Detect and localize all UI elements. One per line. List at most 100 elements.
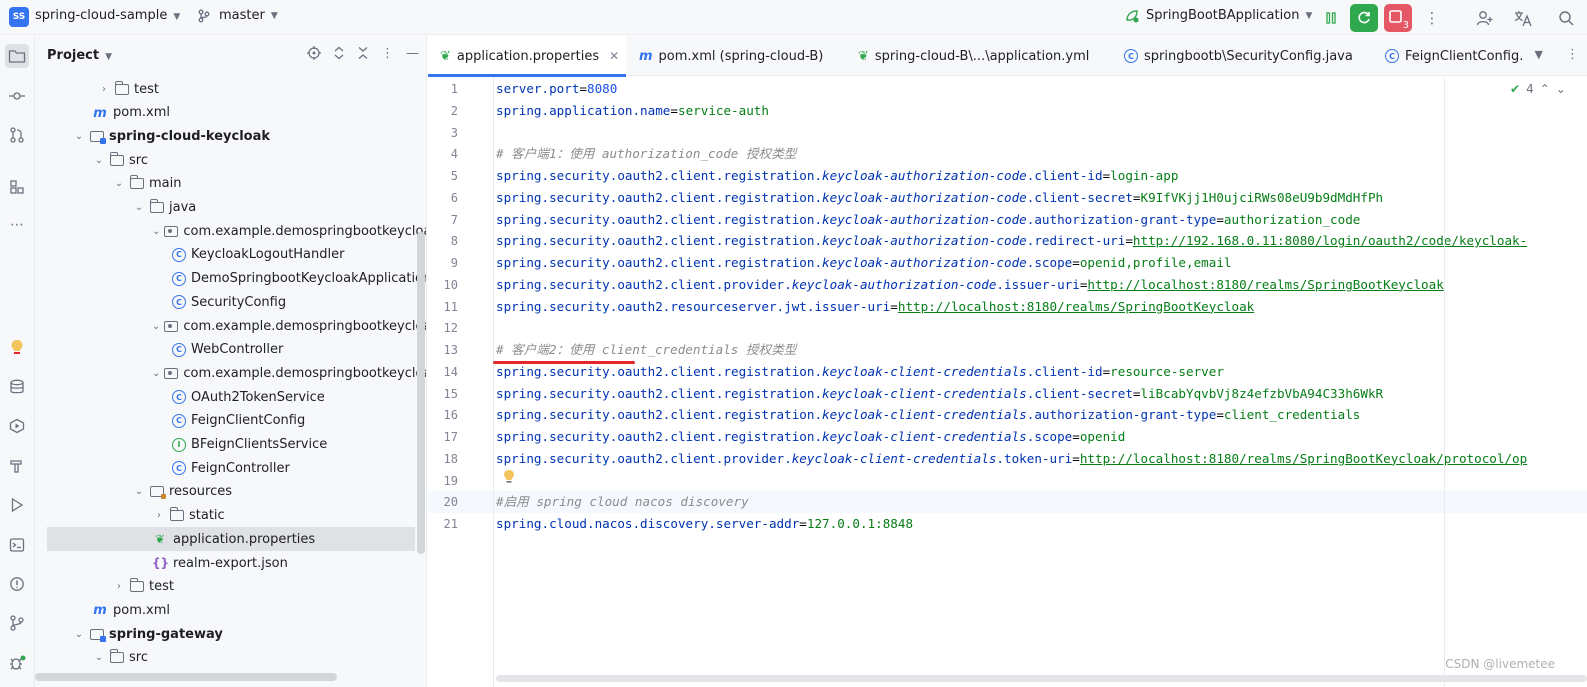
chevron-down-icon[interactable]: ⌄: [72, 131, 86, 142]
code-line[interactable]: spring.security.oauth2.client.provider.k…: [496, 274, 1444, 296]
chevron-down-icon[interactable]: ⌄: [152, 321, 160, 332]
debug-icon[interactable]: [5, 651, 29, 675]
code-line[interactable]: spring.security.oauth2.client.registrati…: [496, 252, 1232, 274]
tree-item[interactable]: m pom.xml: [35, 598, 426, 622]
code-line[interactable]: spring.security.oauth2.resourceserver.jw…: [496, 296, 1254, 318]
code-editor[interactable]: 1 2 3 4 5 6 7 8 9 10 11 12 13 14 15 16 17 18 19 20 21 server…: [428, 77, 1587, 687]
tree-item[interactable]: C WebController: [35, 338, 426, 362]
code-line[interactable]: spring.security.oauth2.client.registrati…: [496, 383, 1383, 405]
tree-item[interactable]: ⌄ java: [35, 196, 426, 220]
code-line[interactable]: spring.security.oauth2.client.registrati…: [496, 426, 1125, 448]
services-icon[interactable]: [5, 414, 29, 438]
build-icon[interactable]: [5, 454, 29, 478]
chevron-right-icon[interactable]: ›: [152, 510, 166, 521]
tab-3[interactable]: ❦ spring-cloud-B\...\application.yml: [846, 36, 1112, 76]
add-user-icon[interactable]: [1471, 4, 1499, 32]
tree-item[interactable]: {} realm-export.json: [35, 551, 426, 575]
tab-1[interactable]: ❦ application.properties ✕: [428, 36, 626, 77]
expand-all-icon[interactable]: [333, 46, 345, 64]
code-line[interactable]: #启用 spring cloud nacos discovery: [496, 491, 749, 513]
property-url[interactable]: http://192.168.0.11:8080/login/oauth2/co…: [1133, 233, 1527, 248]
collapse-all-icon[interactable]: [357, 46, 369, 64]
tab-4[interactable]: Cspringbootb\SecurityConfig.java: [1112, 36, 1373, 76]
chevron-right-icon[interactable]: ›: [97, 84, 111, 95]
tree-item[interactable]: › static: [35, 504, 426, 528]
rerun-icon[interactable]: [1350, 4, 1378, 32]
property-url[interactable]: http://localhost:8180/realms/SpringBootK…: [1087, 277, 1443, 292]
code-line[interactable]: spring.security.oauth2.client.registrati…: [496, 187, 1383, 209]
property-url[interactable]: http://localhost:8180/realms/SpringBootK…: [1080, 451, 1527, 466]
tree-item[interactable]: ⌄ resources: [35, 480, 426, 504]
tree-item[interactable]: C FeignClientConfig: [35, 409, 426, 433]
project-badge[interactable]: SS: [9, 7, 29, 27]
tree-item[interactable]: m pom.xml: [35, 101, 426, 125]
close-icon[interactable]: ✕: [609, 49, 619, 63]
git-icon[interactable]: [5, 611, 29, 635]
more-icon[interactable]: ⋯: [5, 213, 29, 237]
code-line[interactable]: spring.security.oauth2.client.registrati…: [496, 230, 1527, 252]
chevron-down-icon[interactable]: ⌄: [1556, 82, 1566, 96]
tree-item[interactable]: › test: [35, 77, 426, 101]
code-line[interactable]: spring.security.oauth2.client.provider.k…: [496, 448, 1527, 470]
code-line[interactable]: spring.security.oauth2.client.registrati…: [496, 209, 1360, 231]
branch-selector[interactable]: master ▼: [197, 8, 278, 23]
search-icon[interactable]: [1552, 4, 1580, 32]
project-panel-title[interactable]: Project ▼: [47, 48, 112, 63]
tree-item[interactable]: C DemoSpringbootKeycloakApplication: [35, 267, 426, 291]
stop-icon[interactable]: 3: [1384, 4, 1412, 32]
code-line[interactable]: # 客户端2：使用 client_credentials 授权类型: [496, 339, 796, 361]
project-selector[interactable]: spring-cloud-sample ▼: [35, 8, 180, 23]
tree-item[interactable]: ⌄ src: [35, 148, 426, 172]
chevron-down-icon[interactable]: ⌄: [132, 202, 146, 213]
pause-icon[interactable]: [1317, 4, 1345, 32]
tree-item[interactable]: ⌄ spring-gateway: [35, 622, 426, 646]
tab-5[interactable]: C FeignClientConfig.: [1373, 36, 1583, 76]
code-line[interactable]: # 客户端1：使用 authorization_code 授权类型: [496, 143, 796, 165]
problems-icon[interactable]: [5, 572, 29, 596]
inspections-widget[interactable]: ✔ 4 ⌃ ⌄: [1510, 82, 1566, 96]
chevron-down-icon[interactable]: ⌄: [72, 629, 86, 640]
structure-icon[interactable]: [5, 175, 29, 199]
code-line[interactable]: spring.security.oauth2.client.registrati…: [496, 404, 1360, 426]
chevron-down-icon[interactable]: ⌄: [132, 486, 146, 497]
code-line[interactable]: spring.application.name=service-auth: [496, 100, 769, 122]
folder-icon[interactable]: [5, 44, 29, 68]
editor-horizontal-scrollbar[interactable]: [496, 675, 1587, 682]
database-icon[interactable]: [5, 375, 29, 399]
locate-icon[interactable]: [307, 46, 321, 64]
terminal-icon[interactable]: [5, 533, 29, 557]
property-url[interactable]: http://localhost:8180/realms/SpringBootK…: [898, 299, 1254, 314]
run-icon[interactable]: [5, 493, 29, 517]
code-line[interactable]: spring.security.oauth2.client.registrati…: [496, 361, 1224, 383]
chevron-right-icon[interactable]: ›: [112, 581, 126, 592]
bulb-icon[interactable]: [5, 336, 29, 360]
run-config-selector[interactable]: SpringBootBApplication ▼: [1124, 8, 1312, 23]
tree-item[interactable]: ⌄ com.example.demospringbootkeycloak: [35, 219, 426, 243]
chevron-up-icon[interactable]: ⌃: [1540, 82, 1550, 96]
code-line[interactable]: server.port=8080: [496, 78, 617, 100]
code-line[interactable]: spring.cloud.nacos.discovery.server-addr…: [496, 513, 913, 535]
options-icon[interactable]: ⋮: [381, 46, 394, 64]
more-icon[interactable]: ⋮: [1418, 4, 1446, 32]
chevron-down-icon[interactable]: ⌄: [152, 368, 160, 379]
tree-item[interactable]: ⌄ com.example.demospringbootkeycloak.c: [35, 314, 426, 338]
code-line[interactable]: spring.security.oauth2.client.registrati…: [496, 165, 1178, 187]
tree-item[interactable]: C OAuth2TokenService: [35, 385, 426, 409]
tree-item[interactable]: I BFeignClientsService: [35, 433, 426, 457]
tree-item[interactable]: ❦ application.properties: [47, 527, 415, 552]
pull-request-icon[interactable]: [5, 123, 29, 147]
chevron-down-icon[interactable]: ⌄: [92, 155, 106, 166]
tree-item[interactable]: C FeignController: [35, 456, 426, 480]
bulb-icon[interactable]: [503, 469, 515, 485]
project-vertical-scrollbar[interactable]: [417, 232, 425, 554]
tree-item[interactable]: C SecurityConfig: [35, 290, 426, 314]
tab-2[interactable]: m pom.xml (spring-cloud-B): [627, 36, 846, 76]
chevron-down-icon[interactable]: ⌄: [92, 652, 106, 663]
tree-item[interactable]: › test: [35, 575, 426, 599]
chevron-down-icon[interactable]: ⌄: [112, 178, 126, 189]
tree-item[interactable]: ⌄ com.example.demospringbootkeycloak.f: [35, 361, 426, 385]
tree-item[interactable]: ⌄ main: [35, 172, 426, 196]
translate-icon[interactable]: [1509, 4, 1537, 32]
minimize-icon[interactable]: —: [406, 46, 419, 64]
tree-item[interactable]: ⌄ src: [35, 646, 426, 670]
